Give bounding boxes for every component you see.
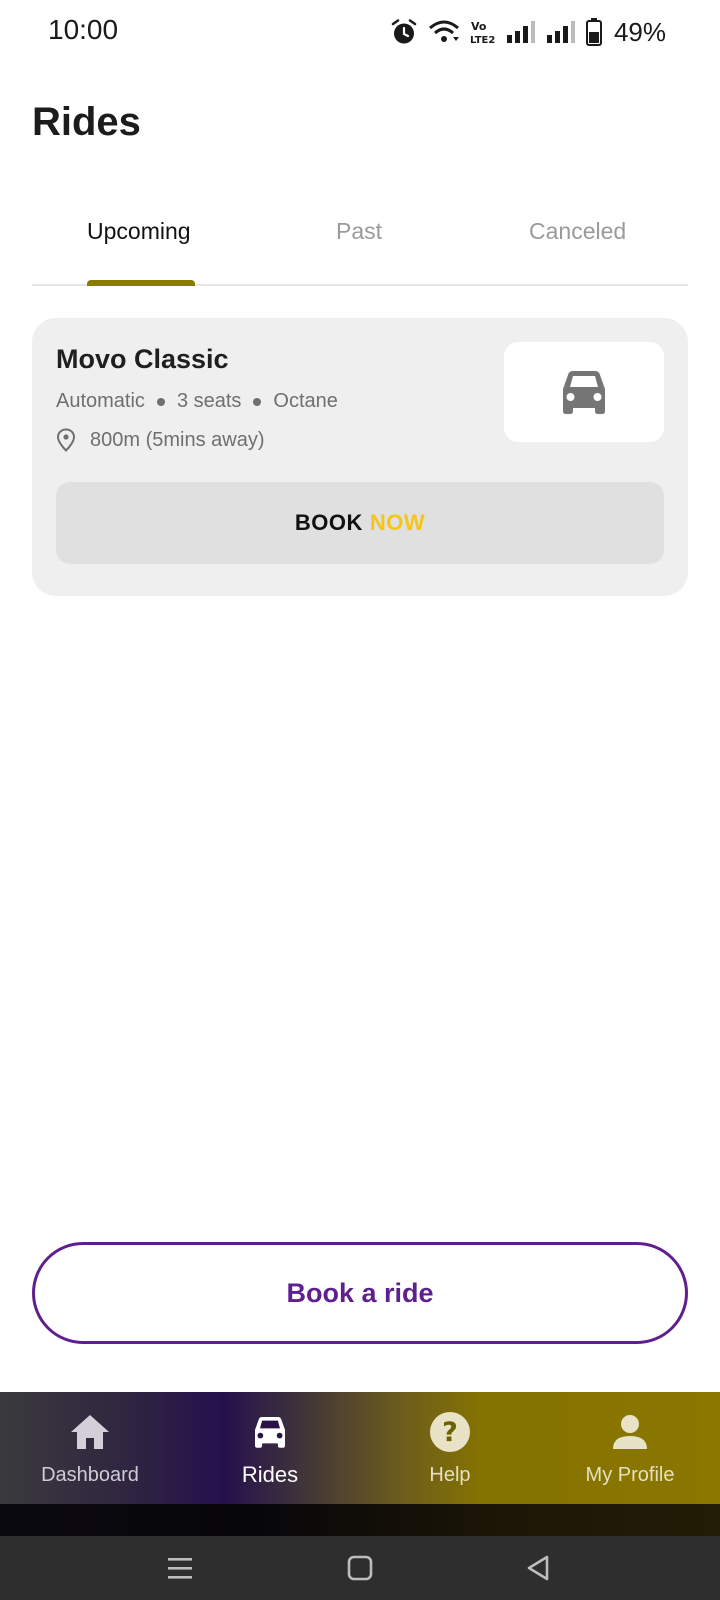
svg-text:?: ? <box>442 1417 458 1448</box>
battery-icon <box>585 18 602 46</box>
nav-dashboard-label: Dashboard <box>41 1464 139 1486</box>
book-now-label-book: BOOK <box>294 510 363 535</box>
spec-seats: 3 seats <box>176 390 242 412</box>
nav-dashboard[interactable]: Dashboard <box>0 1392 180 1504</box>
battery-percent: 49% <box>613 16 666 47</box>
page-title: Rides <box>32 100 141 144</box>
home-icon <box>71 1415 109 1449</box>
ride-name: Movo Classic <box>56 344 229 374</box>
spec-transmission: Automatic <box>56 390 145 412</box>
book-a-ride-button[interactable]: Book a ride <box>32 1242 688 1344</box>
help-icon: ? <box>430 1412 470 1452</box>
signal-icon-2 <box>546 21 575 43</box>
home-button[interactable] <box>340 1550 380 1586</box>
book-now-button[interactable]: BOOK NOW <box>56 482 664 564</box>
square-icon <box>347 1555 373 1581</box>
nav-help-label: Help <box>429 1464 471 1486</box>
volte-icon: Vo LTE2 <box>470 20 495 45</box>
bottom-nav: Dashboard Rides ? Help My Profile <box>0 1392 720 1504</box>
distance-text: 800m (5mins away) <box>90 428 265 451</box>
nav-rides-label: Rides <box>241 1462 299 1487</box>
ride-tabs: Upcoming Past Canceled <box>32 200 688 286</box>
nav-profile[interactable]: My Profile <box>540 1392 720 1504</box>
tab-past[interactable]: Past <box>336 218 382 245</box>
signal-icon <box>506 21 535 43</box>
separator-dot <box>253 397 262 406</box>
nav-help[interactable]: ? Help <box>360 1392 540 1504</box>
nav-bottom-strip <box>0 1504 720 1536</box>
status-time: 10:00 <box>48 14 119 45</box>
status-icons: Vo LTE2 49% <box>390 16 666 48</box>
back-triangle-icon <box>527 1555 549 1581</box>
svg-text:Vo: Vo <box>471 20 487 33</box>
system-nav-bar <box>0 1536 720 1600</box>
car-icon <box>563 371 605 414</box>
back-button[interactable] <box>518 1550 558 1586</box>
menu-icon <box>168 1558 192 1579</box>
tab-indicator <box>87 280 195 286</box>
nav-profile-label: My Profile <box>585 1464 675 1486</box>
profile-icon <box>613 1415 647 1449</box>
alarm-icon <box>391 19 417 44</box>
book-now-label-now: NOW <box>369 510 426 535</box>
status-bar: 10:00 Vo LTE2 49% <box>0 0 720 64</box>
recent-apps-button[interactable] <box>160 1550 200 1586</box>
car-icon <box>255 1417 285 1448</box>
location-pin-icon <box>56 428 76 452</box>
tab-upcoming[interactable]: Upcoming <box>87 218 191 245</box>
spec-fuel: Octane <box>273 390 338 412</box>
car-image <box>504 342 664 442</box>
svg-text:LTE2: LTE2 <box>470 35 495 45</box>
separator-dot <box>156 397 165 406</box>
ride-distance: 800m (5mins away) <box>56 428 265 452</box>
nav-rides[interactable]: Rides <box>180 1392 360 1504</box>
ride-specs: Automatic 3 seats Octane <box>56 390 338 413</box>
tab-canceled[interactable]: Canceled <box>529 218 626 245</box>
wifi-icon <box>428 20 459 42</box>
ride-card: Movo Classic Automatic 3 seats Octane 80… <box>32 318 688 596</box>
